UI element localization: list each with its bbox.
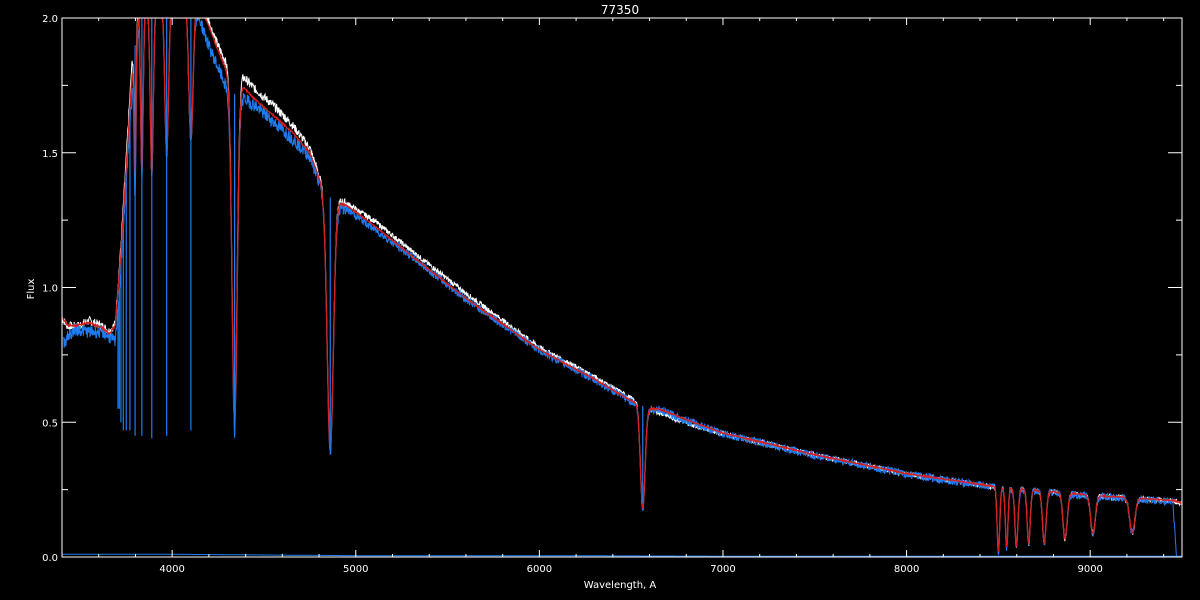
x-tick-label: 7000 xyxy=(710,564,735,575)
spectrum-chart: 77350 Wavelength, A Flux 4000 5000 6000 700… xyxy=(26,3,1183,591)
y-axis-label: Flux xyxy=(26,279,37,300)
series-line-4 xyxy=(62,553,1182,557)
series-line-3 xyxy=(62,18,1182,552)
x-tick-label: 8000 xyxy=(894,564,919,575)
plot-frame xyxy=(61,17,1183,558)
y-tick-label: 2.0 xyxy=(42,14,58,25)
series-line-2 xyxy=(63,18,1177,557)
x-tick-label: 5000 xyxy=(343,564,368,575)
series-line-1 xyxy=(62,18,1182,554)
y-tick-label: 0.5 xyxy=(42,418,58,429)
x-tick-label: 4000 xyxy=(159,564,184,575)
y-tick-label: 1.0 xyxy=(42,284,58,295)
x-tick-label: 9000 xyxy=(1077,564,1102,575)
x-tick-label: 6000 xyxy=(527,564,552,575)
y-tick-label: 0.0 xyxy=(42,553,58,564)
series-layer xyxy=(62,18,1182,557)
y-tick-label: 1.5 xyxy=(42,149,58,160)
x-axis-label: Wavelength, A xyxy=(584,580,657,591)
chart-title: 77350 xyxy=(601,3,639,17)
